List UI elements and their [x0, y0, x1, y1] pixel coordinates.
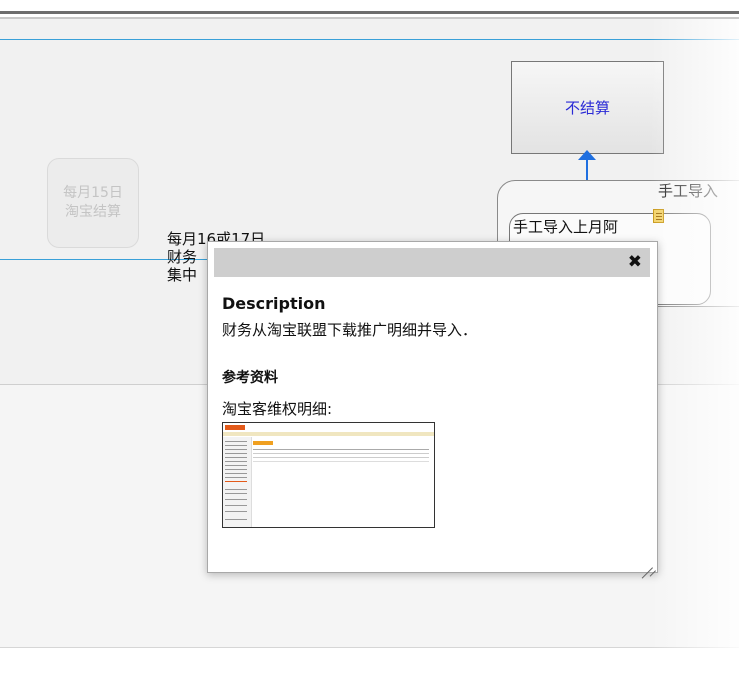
description-popup: ✖ Description 财务从淘宝联盟下载推广明细并导入． 参考资料 淘宝客…: [207, 241, 658, 573]
thumb-rows: [253, 449, 429, 450]
thumb-logo: [225, 425, 245, 430]
node-no-settle[interactable]: 不结算: [511, 61, 664, 154]
thumb-bar: [223, 432, 434, 436]
reference-item: 淘宝客维权明细:: [222, 400, 333, 418]
node-no-settle-label: 不结算: [564, 99, 610, 117]
reference-heading: 参考资料: [222, 370, 278, 386]
task-label: 手工导入上月阿: [513, 218, 619, 236]
close-icon[interactable]: ✖: [628, 252, 642, 272]
thumb-sidebar: [223, 437, 252, 527]
lane-divider-top: [0, 39, 739, 40]
canvas-bottom: [0, 648, 739, 681]
description-text: 财务从淘宝联盟下载推广明细并导入．: [222, 321, 478, 339]
note-icon[interactable]: [653, 209, 664, 223]
thumb-tab: [253, 441, 273, 445]
resize-handle-icon[interactable]: [641, 556, 653, 568]
node-label-line1: 每月15日: [63, 185, 123, 201]
node-label-line2: 淘宝结算: [65, 204, 121, 220]
group-label: 手工导入: [658, 182, 719, 200]
window-top-border: [0, 0, 739, 14]
popup-titlebar[interactable]: ✖: [214, 248, 650, 277]
reference-thumbnail[interactable]: [222, 422, 435, 528]
arrow-head-icon: [578, 150, 596, 160]
description-heading: Description: [222, 294, 326, 313]
node-monthly-settlement[interactable]: 每月15日 淘宝结算: [47, 158, 139, 248]
